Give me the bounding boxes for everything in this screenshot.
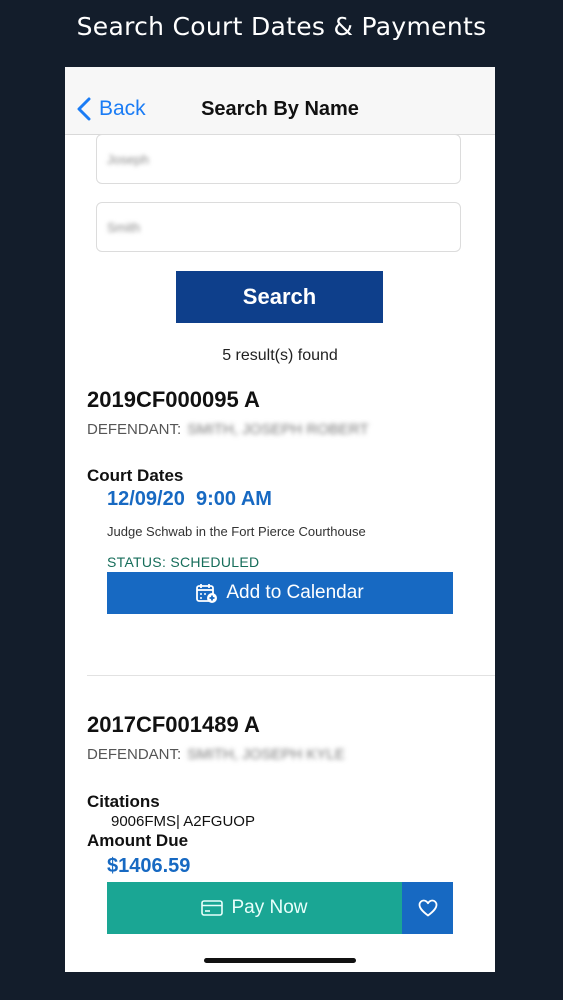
- citations-heading: Citations: [87, 792, 160, 811]
- case-number: 2019CF000095 A: [87, 387, 260, 412]
- court-dates-heading: Court Dates: [87, 466, 184, 485]
- heart-icon: [418, 899, 437, 917]
- amount-due-value: $1406.59: [107, 855, 191, 877]
- case-number: 2017CF001489 A: [87, 712, 260, 737]
- status-label: STATUS: SCHEDULED: [107, 554, 260, 570]
- add-to-calendar-button[interactable]: Add to Calendar: [107, 572, 453, 614]
- favorite-button[interactable]: [402, 882, 453, 934]
- court-date-time: 12/09/20 9:00 AM: [107, 488, 272, 511]
- court-time: 9:00 AM: [195, 488, 272, 510]
- first-name-input[interactable]: Joseph: [96, 134, 461, 184]
- court-date: 12/09/20: [107, 488, 185, 510]
- defendant-label: DEFENDANT:: [87, 746, 182, 763]
- defendant-label: DEFENDANT:: [87, 421, 182, 438]
- last-name-value: Smith: [107, 219, 141, 235]
- pay-now-label: Pay Now: [231, 897, 308, 918]
- credit-card-icon: [201, 900, 224, 916]
- defendant-name: SMITH, JOSEPH ROBERT: [187, 421, 369, 438]
- citation-numbers: 9006FMS| A2FGUOP: [111, 813, 255, 830]
- results-count: 5 result(s) found: [222, 347, 338, 364]
- home-indicator: [204, 958, 356, 963]
- amount-due-heading: Amount Due: [87, 831, 189, 850]
- phone-screen: Back Search By Name Joseph Smith Search …: [65, 67, 495, 972]
- court-location: Judge Schwab in the Fort Pierce Courthou…: [107, 524, 366, 539]
- result-divider: [87, 675, 495, 676]
- search-button[interactable]: Search: [176, 271, 383, 323]
- last-name-input[interactable]: Smith: [96, 202, 461, 252]
- calendar-add-icon: [196, 584, 218, 603]
- defendant-name: SMITH, JOSEPH KYLE: [187, 746, 345, 763]
- promo-title: Search Court Dates & Payments: [76, 12, 487, 41]
- page-title: Search By Name: [201, 98, 359, 120]
- defendant-line: DEFENDANT: SMITH, JOSEPH ROBERT: [87, 421, 369, 438]
- first-name-value: Joseph: [107, 151, 149, 167]
- pay-now-button[interactable]: Pay Now: [107, 882, 402, 934]
- add-to-calendar-label: Add to Calendar: [226, 582, 364, 603]
- navigation-bar: Back Search By Name: [65, 67, 495, 135]
- defendant-line: DEFENDANT: SMITH, JOSEPH KYLE: [87, 746, 345, 763]
